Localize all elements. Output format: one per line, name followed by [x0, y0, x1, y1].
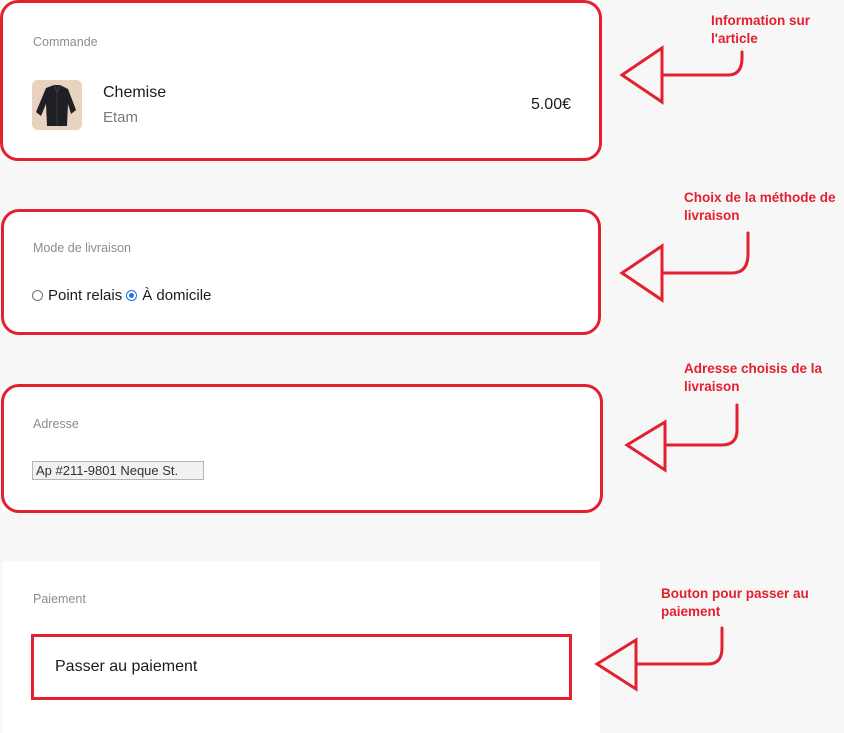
arrow-article-icon: [619, 45, 744, 105]
annotation-arrows: [594, 45, 750, 692]
arrow-address-icon: [624, 403, 739, 473]
arrow-delivery-icon: [619, 231, 750, 303]
arrow-payment-icon: [594, 626, 724, 692]
